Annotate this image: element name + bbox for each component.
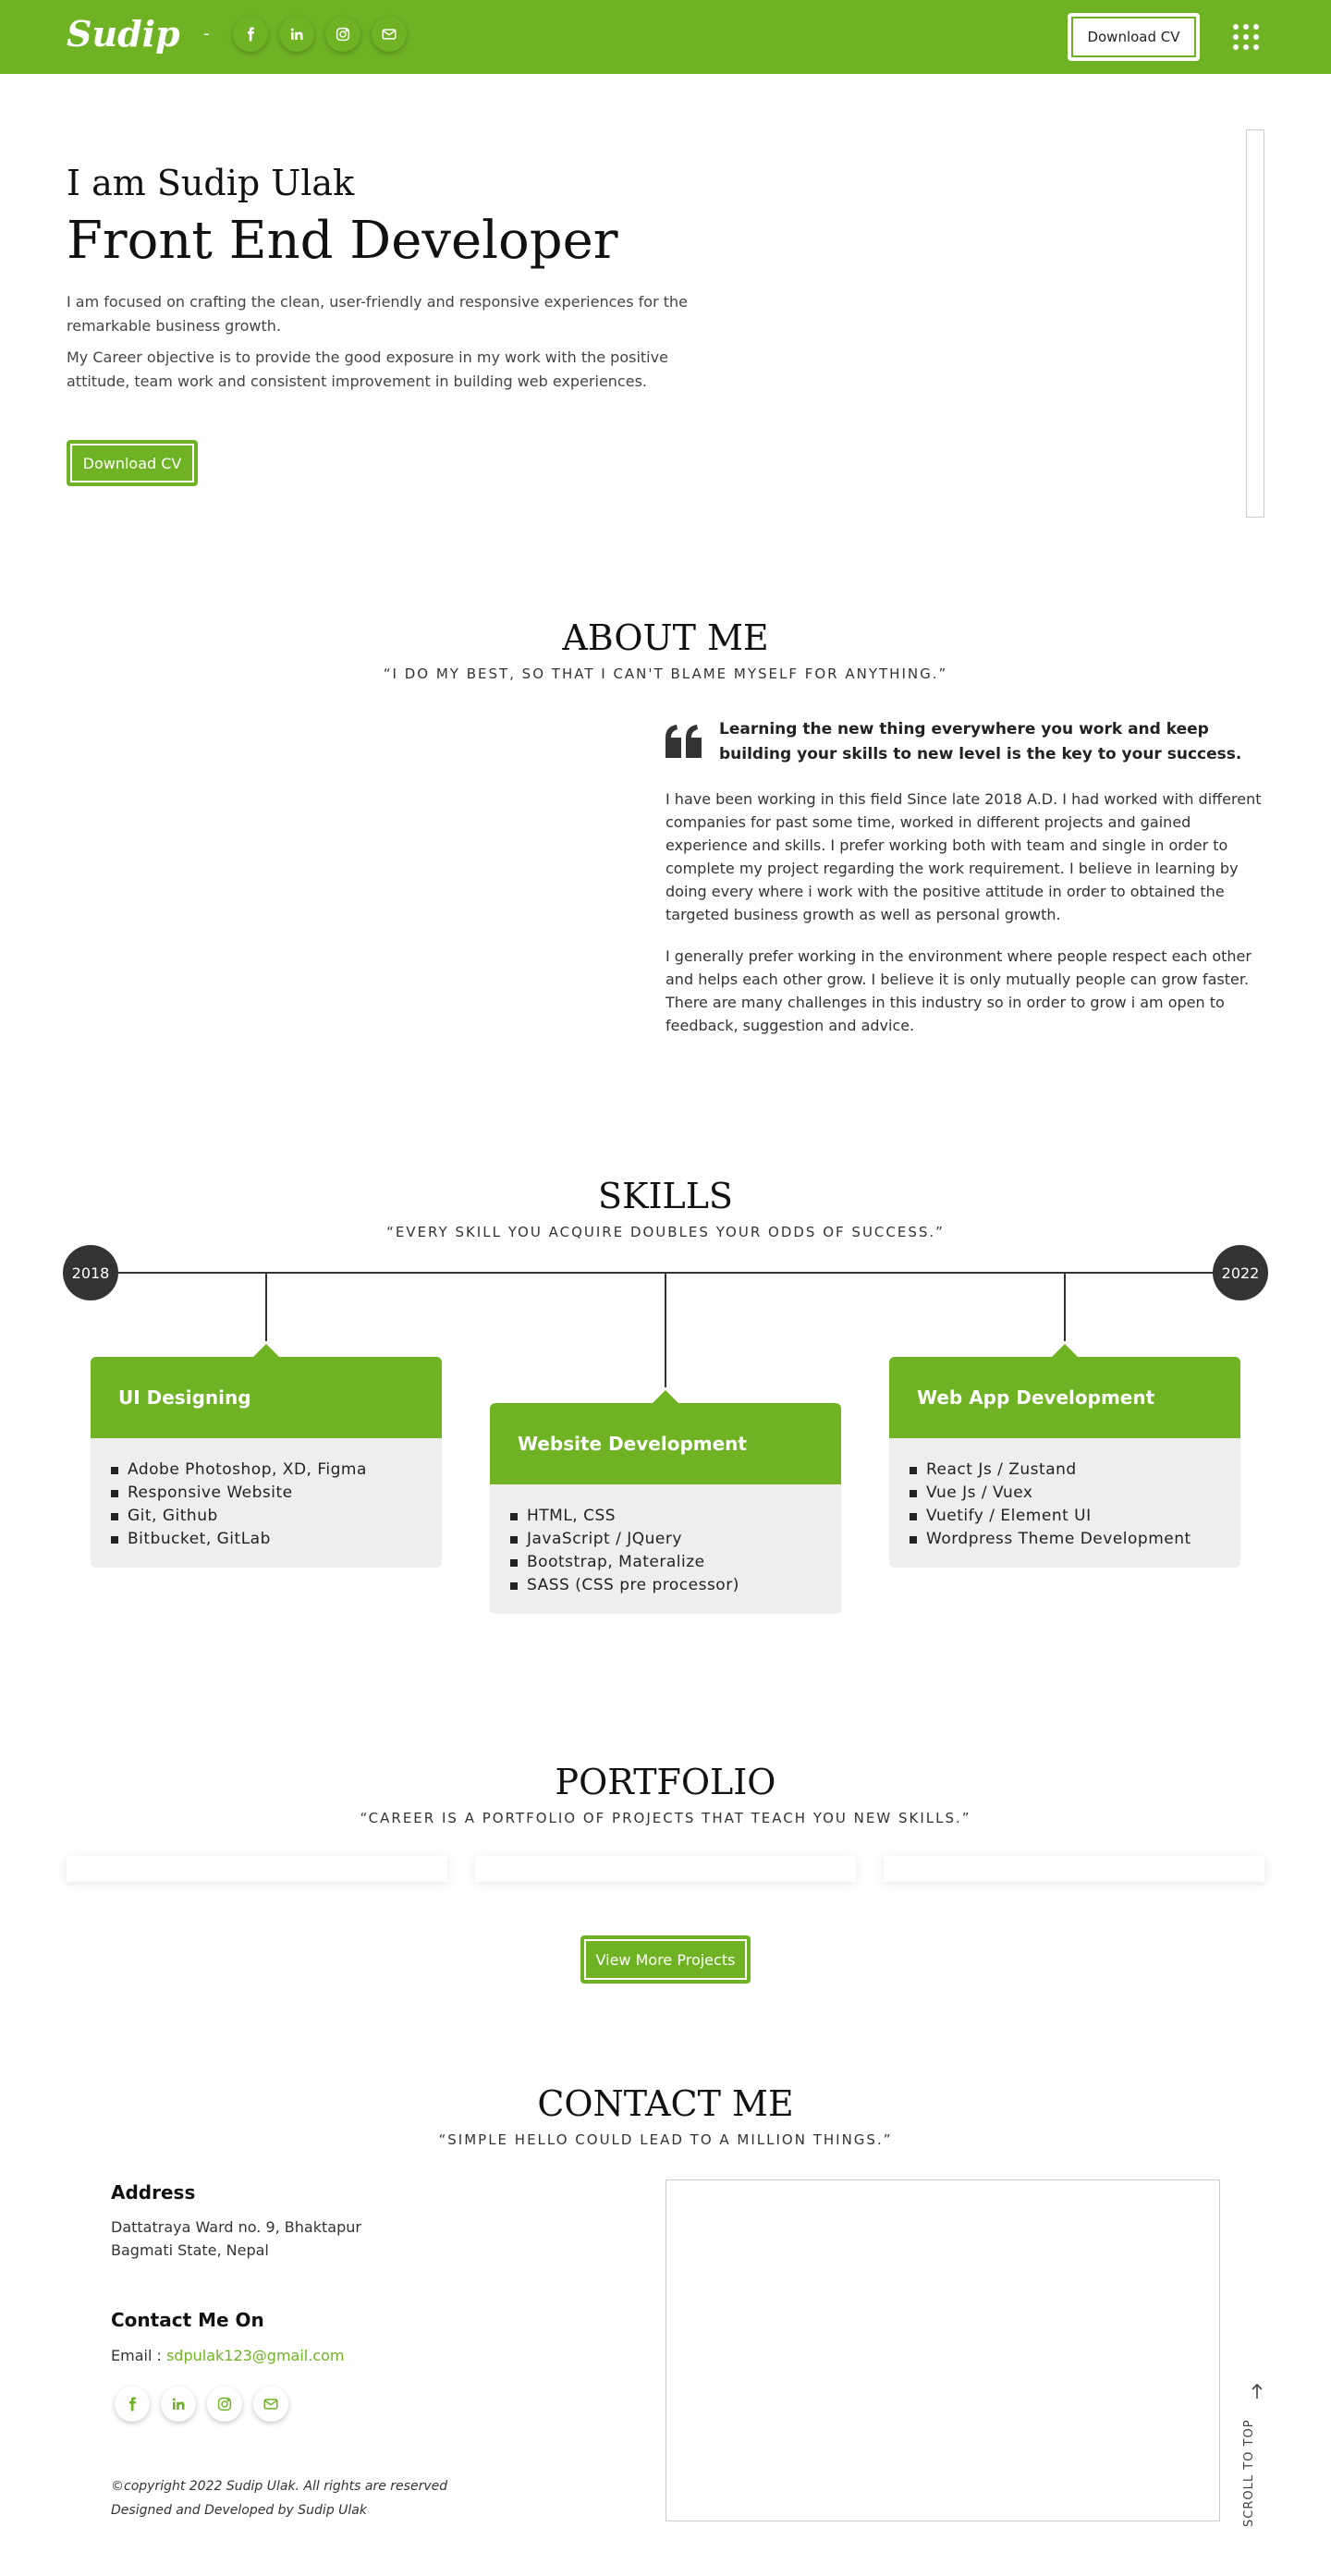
contact-title: CONTACT ME — [537, 2083, 794, 2124]
timeline-connector — [1064, 1273, 1066, 1341]
skill-card-website-development: Website Development HTML, CSS JavaScript… — [490, 1403, 841, 1614]
map-embed[interactable] — [666, 2179, 1220, 2521]
contact-subtitle: “SIMPLE HELLO COULD LEAD TO A MILLION TH… — [438, 2131, 893, 2148]
skill-card-title: UI Designing — [91, 1357, 442, 1438]
portfolio-title: PORTFOLIO — [555, 1762, 776, 1802]
skill-card-web-app-development: Web App Development React Js / Zustand V… — [889, 1357, 1240, 1568]
envelope-icon[interactable] — [253, 2387, 288, 2422]
address-line-1: Dattatraya Ward no. 9, Bhaktapur — [111, 2218, 361, 2236]
skill-item: Bitbucket, GitLab — [111, 1528, 420, 1551]
site-header: Sudip - Download CV — [0, 0, 1331, 74]
skill-card-title: Website Development — [490, 1403, 841, 1484]
quote-icon — [666, 725, 702, 758]
hero-download-cv-button[interactable]: Download CV — [67, 440, 198, 486]
skill-card-title: Web App Development — [889, 1357, 1240, 1438]
contact-heading: Contact Me On — [111, 2309, 264, 2331]
grid-icon[interactable] — [1233, 24, 1259, 50]
header-dash: - — [203, 24, 210, 43]
portfolio-card[interactable] — [884, 1856, 1264, 1882]
hero-title: Front End Developer — [67, 211, 618, 271]
skills-title: SKILLS — [598, 1176, 733, 1216]
skill-item: Responsive Website — [111, 1482, 420, 1505]
skill-item: Adobe Photoshop, XD, Figma — [111, 1459, 420, 1482]
instagram-icon[interactable] — [207, 2387, 242, 2422]
timeline-connector — [265, 1273, 267, 1341]
skill-item: Bootstrap, Materalize — [510, 1551, 819, 1574]
skill-item: Vue Js / Vuex — [910, 1482, 1218, 1505]
portfolio-card[interactable] — [475, 1856, 856, 1882]
skill-item: Wordpress Theme Development — [910, 1528, 1218, 1551]
skill-item: SASS (CSS pre processor) — [510, 1574, 819, 1597]
timeline-connector — [665, 1273, 666, 1387]
skill-list: React Js / Zustand Vue Js / Vuex Vuetify… — [889, 1438, 1240, 1568]
about-title: ABOUT ME — [562, 617, 769, 658]
facebook-icon[interactable] — [115, 2387, 150, 2422]
skill-list: HTML, CSS JavaScript / JQuery Bootstrap,… — [490, 1484, 841, 1614]
header-social-links — [233, 17, 407, 52]
email-label: Email : — [111, 2347, 166, 2364]
hero-greeting: I am Sudip Ulak — [67, 163, 355, 203]
timeline-year-start: 2018 — [63, 1245, 118, 1300]
card-pointer — [1052, 1344, 1078, 1357]
envelope-icon[interactable] — [372, 17, 407, 52]
view-more-projects-button[interactable]: View More Projects — [580, 1935, 751, 1984]
email-link[interactable]: sdpulak123@gmail.com — [166, 2347, 345, 2364]
scroll-to-top-button[interactable]: SCROLL TO TOP — [1242, 2419, 1256, 2527]
portfolio-subtitle: “CAREER IS A PORTFOLIO OF PROJECTS THAT … — [360, 1810, 971, 1826]
about-subtitle: “I DO MY BEST, SO THAT I CAN'T BLAME MYS… — [383, 665, 948, 682]
skills-subtitle: “EVERY SKILL YOU ACQUIRE DOUBLES YOUR OD… — [386, 1224, 945, 1240]
linkedin-icon[interactable] — [279, 17, 314, 52]
address-heading: Address — [111, 2181, 196, 2204]
email-row: Email : sdpulak123@gmail.com — [111, 2344, 345, 2367]
copyright-text: ©copyright 2022 Sudip Ulak. All rights a… — [111, 2479, 448, 2494]
contact-social-links — [115, 2387, 288, 2422]
skill-item: React Js / Zustand — [910, 1459, 1218, 1482]
skill-list: Adobe Photoshop, XD, Figma Responsive We… — [91, 1438, 442, 1568]
skill-item: JavaScript / JQuery — [510, 1528, 819, 1551]
card-pointer — [653, 1390, 678, 1403]
designed-by-text: Designed and Developed by Sudip Ulak — [111, 2503, 367, 2518]
skill-item: Vuetify / Element UI — [910, 1505, 1218, 1528]
header-download-cv-button[interactable]: Download CV — [1068, 13, 1200, 61]
instagram-icon[interactable] — [325, 17, 360, 52]
hero-intro: I am focused on crafting the clean, user… — [67, 293, 689, 335]
card-pointer — [253, 1344, 279, 1357]
about-paragraph-1: I have been working in this field Since … — [666, 790, 1262, 923]
arrow-up-icon[interactable] — [1251, 2383, 1264, 2399]
about-paragraph-2: I generally prefer working in the enviro… — [666, 947, 1252, 1034]
facebook-icon[interactable] — [233, 17, 268, 52]
logo[interactable]: Sudip — [67, 13, 180, 55]
skill-card-ui-designing: UI Designing Adobe Photoshop, XD, Figma … — [91, 1357, 442, 1568]
timeline-year-end: 2022 — [1213, 1245, 1268, 1300]
linkedin-icon[interactable] — [161, 2387, 196, 2422]
portfolio-card[interactable] — [67, 1856, 447, 1882]
about-quote: Learning the new thing everywhere you wo… — [719, 720, 1242, 763]
address-line-2: Bagmati State, Nepal — [111, 2241, 269, 2259]
skill-item: Git, Github — [111, 1505, 420, 1528]
hero-image — [1246, 129, 1264, 518]
skill-item: HTML, CSS — [510, 1505, 819, 1528]
hero-objective: My Career objective is to provide the go… — [67, 348, 668, 390]
